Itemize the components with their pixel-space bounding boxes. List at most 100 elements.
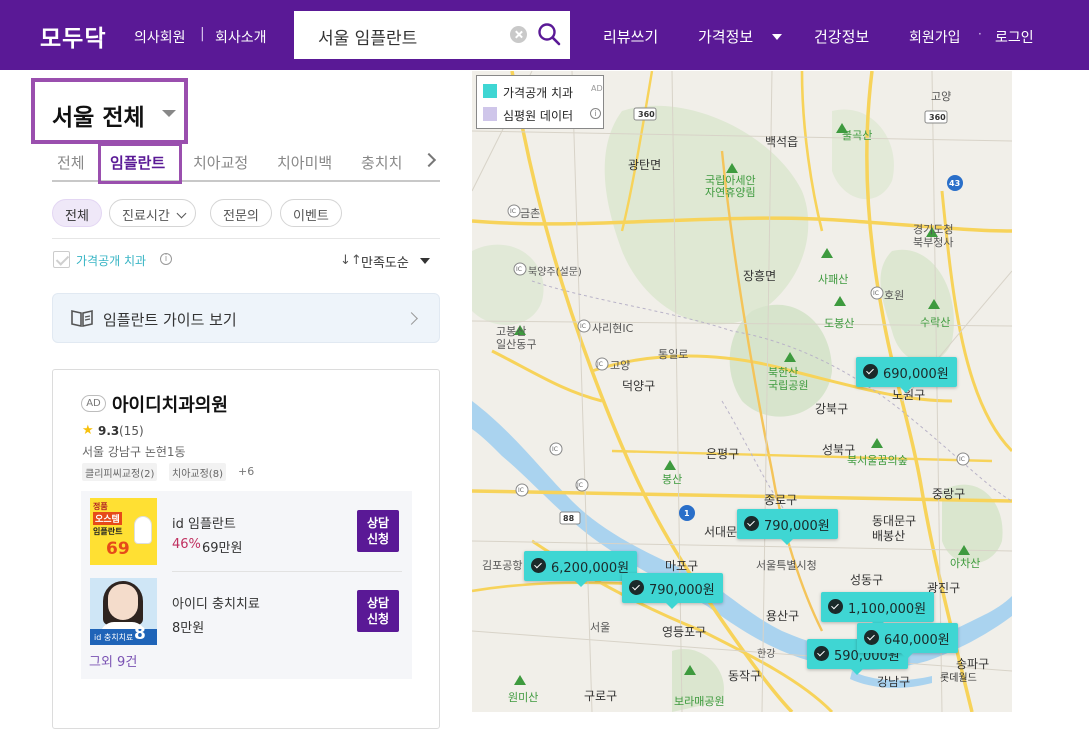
chip-hours[interactable]: 진료시간 bbox=[109, 199, 196, 227]
cavity-promo-thumbnail[interactable]: id 충치치료 8 bbox=[90, 578, 157, 645]
place-label: 보라매공원 bbox=[674, 695, 725, 708]
consult-request-button[interactable]: 상담 신청 bbox=[357, 510, 399, 552]
map-view[interactable]: 360 360 43 1 88 IC IC IC JC IC JC IC IC … bbox=[472, 71, 1012, 712]
price-pin[interactable]: 790,000원 bbox=[622, 573, 723, 609]
search-icon[interactable] bbox=[537, 22, 561, 46]
place-label: 통일로 bbox=[658, 348, 689, 361]
nav-write-review[interactable]: 리뷰쓰기 bbox=[603, 26, 658, 47]
road-badge-88: 88 bbox=[563, 514, 575, 523]
offer-name[interactable]: id 임플란트 bbox=[172, 513, 236, 532]
chip-specialist[interactable]: 전문의 bbox=[210, 199, 272, 227]
button-label: 신청 bbox=[366, 532, 390, 546]
place-label: 은평구 bbox=[706, 447, 740, 461]
sort-dropdown[interactable]: 만족도순 bbox=[361, 252, 409, 271]
nav-price-info[interactable]: 가격정보 bbox=[698, 26, 753, 47]
place-label: 강남구 bbox=[877, 675, 911, 689]
ad-badge: AD bbox=[81, 395, 106, 412]
chevron-down-icon bbox=[176, 208, 187, 219]
ic-badge: IC bbox=[518, 487, 524, 494]
search-input[interactable]: 서울 임플란트 bbox=[318, 24, 417, 49]
caret-down-icon[interactable] bbox=[420, 258, 430, 264]
tab-implant[interactable]: 임플란트 bbox=[110, 152, 165, 173]
ic-badge: IC bbox=[580, 323, 586, 330]
sort-icon[interactable]: ↓↑ bbox=[340, 253, 362, 268]
review-count: (15) bbox=[119, 424, 144, 438]
clinic-rating: 9.3 bbox=[98, 424, 120, 438]
tab-cavity[interactable]: 충치치 bbox=[361, 152, 402, 173]
place-label: 수락산 bbox=[920, 316, 951, 329]
thumb-text: 오스템 bbox=[93, 512, 122, 525]
price-public-filter-label[interactable]: 가격공개 치과 bbox=[76, 252, 146, 269]
site-logo[interactable]: 모두닥 bbox=[40, 19, 106, 53]
price-pin-label: 6,200,000원 bbox=[551, 561, 630, 576]
chevron-down-icon[interactable] bbox=[772, 34, 782, 40]
divider bbox=[172, 571, 402, 572]
price-pin[interactable]: 6,200,000원 bbox=[524, 551, 638, 587]
search-box[interactable]: 서울 임플란트 bbox=[294, 11, 570, 59]
check-icon bbox=[828, 599, 843, 614]
legend-swatch bbox=[483, 107, 497, 121]
tooth-icon bbox=[134, 516, 152, 544]
place-label: 덕양구 bbox=[622, 379, 656, 393]
place-label: 북한산 국립공원 bbox=[768, 366, 809, 392]
consult-request-button[interactable]: 상담 신청 bbox=[357, 590, 399, 632]
price-pin[interactable]: 790,000원 bbox=[737, 509, 838, 545]
button-label: 신청 bbox=[366, 612, 390, 626]
info-icon[interactable]: i bbox=[160, 253, 172, 265]
offer-price: 69만원 bbox=[202, 541, 243, 556]
price-pin[interactable]: 690,000원 bbox=[856, 357, 957, 393]
price-pin[interactable]: 1,100,000원 bbox=[821, 592, 935, 628]
place-label: 호원 bbox=[884, 289, 905, 302]
tab-all[interactable]: 전체 bbox=[57, 152, 85, 173]
place-label: 성동구 bbox=[850, 573, 884, 587]
offer-list: 정품 오스템 임플란트 69 id 임플란트 46% 69만원 상담 신청 id… bbox=[81, 491, 412, 679]
person-face bbox=[108, 584, 138, 620]
check-icon bbox=[863, 364, 878, 379]
chip-hours-label: 진료시간 bbox=[122, 209, 170, 224]
chevron-right-icon[interactable] bbox=[421, 152, 437, 168]
chip-all[interactable]: 전체 bbox=[52, 199, 102, 227]
place-label: 경기도청 북부청사 bbox=[913, 223, 954, 249]
chevron-right-icon bbox=[405, 312, 418, 325]
price-pin-label: 690,000원 bbox=[883, 367, 949, 382]
place-label: 사리현IC bbox=[592, 322, 634, 335]
implant-promo-thumbnail[interactable]: 정품 오스템 임플란트 69 bbox=[90, 498, 157, 565]
place-label: 금촌 bbox=[520, 207, 541, 220]
clinic-card[interactable]: AD 아이디치과의원 ★ 9.3 (15) 서울 강남구 논현1동 클리피씨교정… bbox=[52, 369, 440, 729]
place-label: 광탄면 bbox=[628, 158, 662, 172]
region-selector[interactable]: 서울 전체 bbox=[52, 98, 145, 132]
jc-badge: JC bbox=[576, 482, 583, 489]
nav-signup[interactable]: 회원가입 bbox=[909, 27, 961, 47]
place-label: 북서울꿈의숲 bbox=[847, 454, 908, 467]
implant-guide-banner[interactable]: 임플란트 가이드 보기 bbox=[52, 293, 440, 343]
checkbox-icon[interactable] bbox=[53, 251, 70, 268]
info-icon[interactable]: i bbox=[590, 108, 601, 119]
place-label: 동작구 bbox=[728, 669, 762, 683]
thumb-text: id 충치치료 bbox=[94, 633, 134, 642]
nav-separator: · bbox=[978, 27, 982, 41]
button-label: 상담 bbox=[366, 596, 390, 610]
nav-health-info[interactable]: 건강정보 bbox=[814, 26, 869, 47]
clear-icon[interactable] bbox=[510, 26, 527, 43]
place-label: 롯데월드 bbox=[940, 673, 977, 684]
divider bbox=[52, 238, 440, 239]
region-caret-icon[interactable] bbox=[162, 110, 176, 117]
place-label: 장흥면 bbox=[743, 269, 777, 283]
offer-name[interactable]: 아이디 충치치료 bbox=[172, 593, 260, 612]
place-label: 봉산 bbox=[662, 473, 683, 486]
doctor-member-link[interactable]: 의사회원 bbox=[134, 27, 186, 47]
price-pin[interactable]: 640,000원 bbox=[857, 623, 958, 659]
place-label: 고양 bbox=[610, 359, 631, 372]
clinic-name[interactable]: 아이디치과의원 bbox=[112, 391, 228, 417]
nav-login[interactable]: 로그인 bbox=[995, 27, 1034, 47]
company-intro-link[interactable]: 회사소개 bbox=[215, 27, 267, 47]
tab-orthodontics[interactable]: 치아교정 bbox=[193, 152, 248, 173]
map-legend: 가격공개 치과 AD 심평원 데이터 i bbox=[476, 75, 604, 129]
book-icon bbox=[71, 310, 93, 327]
place-label: 종로구 bbox=[764, 493, 798, 507]
chip-event[interactable]: 이벤트 bbox=[280, 199, 342, 227]
tab-whitening[interactable]: 치아미백 bbox=[277, 152, 332, 173]
check-icon bbox=[864, 630, 879, 645]
place-label: 김포공항 bbox=[482, 559, 523, 572]
more-offers-link[interactable]: 그외 9건 bbox=[89, 651, 137, 670]
